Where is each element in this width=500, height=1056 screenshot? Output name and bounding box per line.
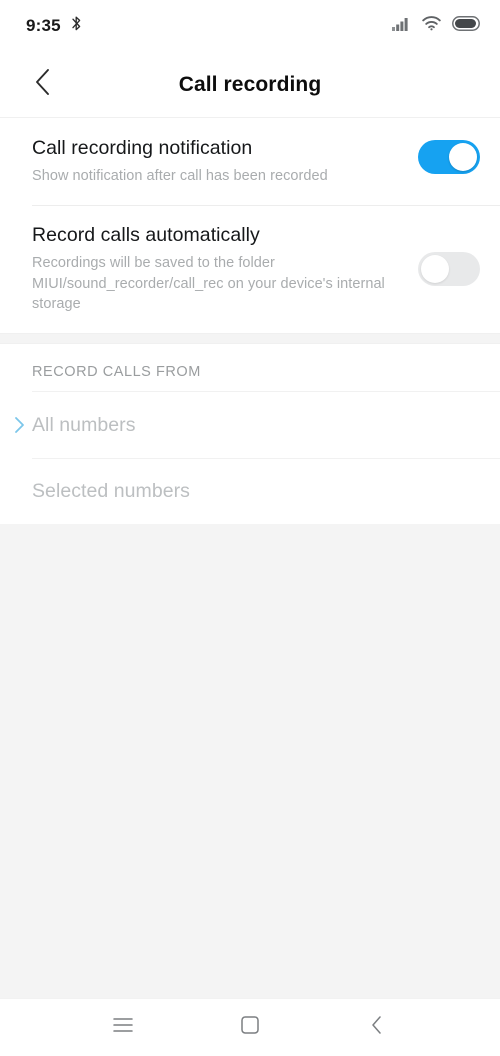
settings-content: Call recording notification Show notific… (0, 118, 500, 998)
settings-card-toggles: Call recording notification Show notific… (0, 118, 500, 333)
nav-recents-button[interactable] (95, 1005, 151, 1051)
nav-home-button[interactable] (222, 1005, 278, 1051)
setting-texts: Record calls automatically Recordings wi… (32, 223, 418, 315)
toggle-record-calls-automatically[interactable] (418, 251, 480, 286)
settings-card-record-from: RECORD CALLS FROM All numbers Selected n… (0, 344, 500, 524)
option-label: All numbers (32, 413, 136, 436)
cellular-signal-icon (392, 17, 411, 36)
setting-title: Call recording notification (32, 137, 253, 159)
square-icon (241, 1016, 259, 1039)
status-bar: 9:35 (0, 0, 500, 52)
setting-texts: Call recording notification Show notific… (32, 136, 418, 187)
back-button[interactable] (22, 65, 62, 105)
setting-row-record-calls-automatically[interactable]: Record calls automatically Recordings wi… (0, 204, 500, 333)
option-label: Selected numbers (32, 479, 190, 502)
toggle-call-recording-notification[interactable] (418, 140, 480, 174)
chevron-left-icon (34, 68, 51, 101)
setting-row-call-recording-notification[interactable]: Call recording notification Show notific… (0, 118, 500, 205)
toggle-knob (449, 143, 477, 171)
setting-subtitle: Recordings will be saved to the folder M… (32, 255, 385, 313)
status-bar-right (392, 16, 480, 36)
setting-title: Record calls automatically (32, 223, 260, 246)
system-navigation-bar (0, 998, 500, 1056)
chevron-left-icon (370, 1015, 383, 1040)
app-header: Call recording (0, 52, 500, 118)
chevron-right-icon (13, 416, 26, 434)
toggle-knob (421, 254, 449, 283)
bluetooth-icon (70, 15, 83, 37)
setting-subtitle: Show notification after call has been re… (32, 168, 328, 185)
empty-area (0, 524, 500, 998)
wifi-icon (422, 16, 441, 36)
nav-back-button[interactable] (349, 1005, 405, 1051)
page-title: Call recording (178, 72, 322, 96)
section-divider (0, 333, 500, 344)
status-time: 9:35 (26, 16, 61, 35)
menu-icon (113, 1017, 134, 1038)
option-row-selected-numbers[interactable]: Selected numbers (0, 458, 500, 524)
option-row-all-numbers[interactable]: All numbers (0, 392, 500, 458)
battery-icon (452, 16, 480, 36)
section-header-record-calls-from: RECORD CALLS FROM (0, 344, 500, 392)
status-bar-left: 9:35 (26, 15, 83, 37)
phone-screen: 9:35 Call recording Call recording notif… (0, 0, 500, 1056)
